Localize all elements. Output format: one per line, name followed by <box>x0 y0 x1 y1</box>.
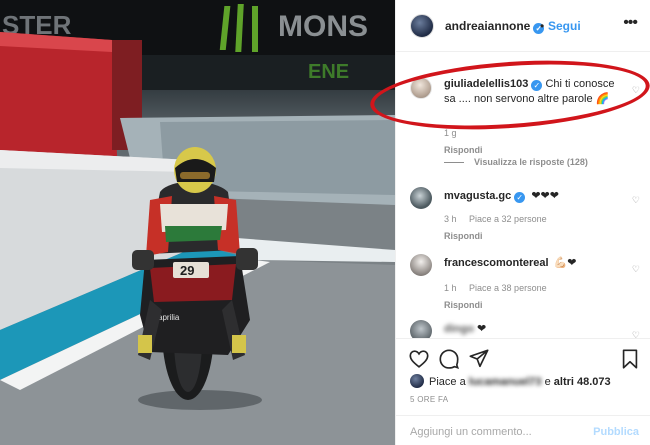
comment-body: giuliadelellis103 ✓ Chi ti conosce sa ...… <box>444 77 619 107</box>
like-comment-heart-icon[interactable]: ♡ <box>632 262 640 277</box>
like-comment-heart-icon[interactable]: ♡ <box>632 193 640 208</box>
reply-button[interactable]: Rispondi <box>444 298 547 313</box>
comment-time: 1 g <box>444 128 457 138</box>
motorbike-photo: STER MONS ENE 29 aprilia <box>0 0 395 445</box>
author-username[interactable]: andreaiannone ✓ <box>445 19 545 34</box>
post-photo[interactable]: STER MONS ENE 29 aprilia <box>0 0 395 445</box>
commenter-avatar[interactable] <box>410 77 432 99</box>
comment-body: francescomontereal 💪🏻❤ <box>444 256 619 271</box>
post-side-panel: andreaiannone ✓ • Segui ••• giuliadelelli… <box>395 0 650 445</box>
comment-meta: 1 g Rispondi <box>444 126 493 158</box>
like-comment-heart-icon[interactable]: ♡ <box>632 83 640 98</box>
comment-body: dingo ❤ <box>444 322 619 337</box>
author-username-text[interactable]: andreaiannone <box>445 19 530 33</box>
verified-badge-icon: ✓ <box>514 192 526 203</box>
comment-author[interactable]: dingo <box>444 323 474 335</box>
comment-text: ❤❤❤ <box>531 190 559 202</box>
verified-badge-icon: ✓ <box>531 80 543 91</box>
liked-by-user[interactable]: lucamanuel73 <box>469 376 542 388</box>
comment-icon[interactable] <box>438 348 460 370</box>
bike-number: 29 <box>180 263 194 278</box>
liker-avatar[interactable] <box>410 374 424 388</box>
commenter-avatar[interactable] <box>410 187 432 209</box>
liked-by-line[interactable]: Piace a lucamanuel73 e altri 48.073 <box>410 374 611 388</box>
comment-time: 3 h <box>444 214 457 224</box>
post-actions-bar <box>396 338 650 378</box>
publish-button[interactable]: Pubblica <box>593 426 639 438</box>
comment-author[interactable]: giuliadelellis103 <box>444 78 528 90</box>
reply-button[interactable]: Rispondi <box>444 143 483 158</box>
comment-text: ❤ <box>477 323 487 335</box>
post-header: andreaiannone ✓ • Segui ••• <box>396 0 650 52</box>
comment-likes[interactable]: Piace a 32 persone <box>469 214 547 224</box>
monster-claw-logo <box>219 4 258 52</box>
banner-sub-text: ENE <box>308 61 349 83</box>
comment-author[interactable]: mvagusta.gc <box>444 190 511 202</box>
commenter-avatar[interactable] <box>410 320 432 338</box>
post-time-ago[interactable]: 5 ORE FA <box>410 395 448 404</box>
more-horizontal-icon[interactable]: ••• <box>623 14 638 32</box>
banner-right-text: MONS <box>278 10 368 43</box>
bookmark-icon[interactable] <box>620 348 640 370</box>
commenter-avatar[interactable] <box>410 254 432 276</box>
follow-button[interactable]: Segui <box>548 19 581 33</box>
comment-time: 1 h <box>444 283 457 293</box>
like-comment-heart-icon[interactable]: ♡ <box>632 328 640 338</box>
comment-text: 💪🏻❤ <box>553 257 577 269</box>
liked-by-connector: e <box>544 376 551 388</box>
liked-by-prefix: Piace a <box>429 376 466 388</box>
share-icon[interactable] <box>468 348 490 370</box>
heart-icon[interactable] <box>408 348 430 370</box>
comments-list[interactable]: giuliadelellis103 ✓ Chi ti conosce sa ...… <box>396 53 650 338</box>
author-avatar[interactable] <box>410 14 434 38</box>
view-replies-link[interactable]: Visualizza le risposte (128) <box>444 157 588 167</box>
reply-button[interactable]: Rispondi <box>444 229 547 244</box>
comment-input[interactable]: Aggiungi un commento... <box>410 426 532 438</box>
comment-meta: 1 h Piace a 38 persone Rispondi <box>444 281 557 313</box>
comment-body: mvagusta.gc ✓ ❤❤❤ <box>444 189 619 204</box>
comment-likes[interactable]: Piace a 38 persone <box>469 283 547 293</box>
add-comment-bar: Aggiungi un commento... Pubblica <box>396 415 650 445</box>
bike-sponsor: aprilia <box>158 313 180 322</box>
comment-author[interactable]: francescomontereal <box>444 257 549 269</box>
comment-meta: 3 h Piace a 32 persone Rispondi <box>444 212 557 244</box>
header-separator: • <box>540 19 545 33</box>
liked-by-others[interactable]: altri 48.073 <box>554 376 611 388</box>
